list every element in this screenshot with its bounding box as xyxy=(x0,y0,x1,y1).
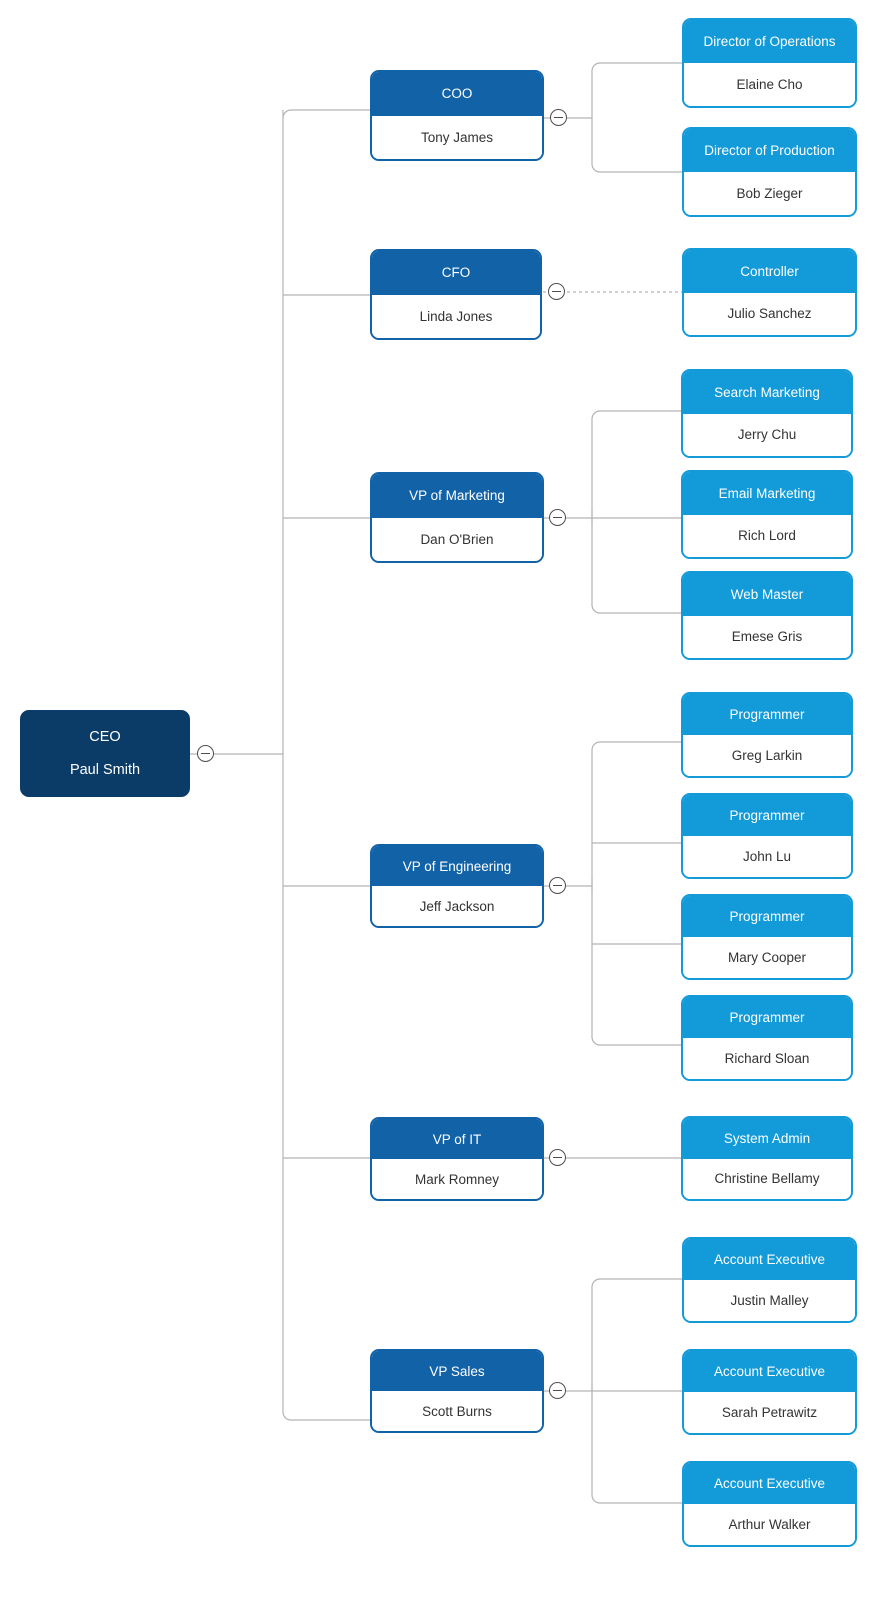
node-name: Julio Sanchez xyxy=(684,292,855,335)
node-title: Programmer xyxy=(683,795,851,836)
toggle-vp-engineering[interactable] xyxy=(549,877,566,894)
node-vp-engineering[interactable]: VP of Engineering Jeff Jackson xyxy=(370,844,544,928)
edge-coo-dir-production xyxy=(591,71,682,173)
toggle-cfo[interactable] xyxy=(548,283,565,300)
node-name: Sarah Petrawitz xyxy=(684,1392,855,1433)
edge-coo-dir-operations xyxy=(591,62,682,72)
node-title: Controller xyxy=(684,250,855,293)
edge-ceo-spine-vertical xyxy=(282,110,370,1421)
node-name: Jeff Jackson xyxy=(372,886,542,926)
node-title: COO xyxy=(372,72,542,116)
node-title: CFO xyxy=(372,251,540,295)
node-title: Director of Production xyxy=(684,129,855,172)
toggle-vp-it[interactable] xyxy=(549,1149,566,1166)
node-system-admin[interactable]: System Admin Christine Bellamy xyxy=(681,1116,853,1201)
node-account-exec-2[interactable]: Account Executive Sarah Petrawitz xyxy=(682,1349,857,1435)
edge-eng-prog-4 xyxy=(591,878,681,1046)
node-name: Scott Burns xyxy=(372,1391,542,1431)
edge-sales-ae-3 xyxy=(591,1383,682,1504)
node-title: Email Marketing xyxy=(683,472,851,515)
node-ceo[interactable]: CEO Paul Smith xyxy=(20,710,190,797)
node-title: System Admin xyxy=(683,1118,851,1159)
node-title: VP Sales xyxy=(372,1351,542,1391)
node-name: Linda Jones xyxy=(372,294,540,338)
node-vp-marketing[interactable]: VP of Marketing Dan O'Brien xyxy=(370,472,544,563)
node-coo[interactable]: COO Tony James xyxy=(370,70,544,161)
toggle-ceo[interactable] xyxy=(197,745,214,762)
node-programmer-2[interactable]: Programmer John Lu xyxy=(681,793,853,879)
node-name: Rich Lord xyxy=(683,514,851,557)
node-name: Christine Bellamy xyxy=(683,1158,851,1199)
node-web-master[interactable]: Web Master Emese Gris xyxy=(681,571,853,660)
node-title: VP of IT xyxy=(372,1119,542,1159)
node-name: Jerry Chu xyxy=(683,413,851,456)
edge-sales-ae-1 xyxy=(591,1278,682,1399)
node-title: Account Executive xyxy=(684,1351,855,1392)
node-name: Elaine Cho xyxy=(684,63,855,106)
node-title: Programmer xyxy=(683,896,851,937)
node-name: John Lu xyxy=(683,836,851,877)
node-name: Tony James xyxy=(372,115,542,159)
node-email-marketing[interactable]: Email Marketing Rich Lord xyxy=(681,470,853,559)
node-title: VP of Marketing xyxy=(372,474,542,518)
node-dir-production[interactable]: Director of Production Bob Zieger xyxy=(682,127,857,217)
node-name: Mary Cooper xyxy=(683,937,851,978)
node-title: Director of Operations xyxy=(684,20,855,63)
node-title: Account Executive xyxy=(684,1463,855,1504)
node-name: Richard Sloan xyxy=(683,1038,851,1079)
node-cfo[interactable]: CFO Linda Jones xyxy=(370,249,542,340)
node-title: VP of Engineering xyxy=(372,846,542,886)
node-title: CEO xyxy=(89,729,121,745)
toggle-vp-marketing[interactable] xyxy=(549,509,566,526)
node-vp-sales[interactable]: VP Sales Scott Burns xyxy=(370,1349,544,1433)
node-account-exec-3[interactable]: Account Executive Arthur Walker xyxy=(682,1461,857,1547)
edge-marketing-search xyxy=(591,410,681,526)
node-title: Programmer xyxy=(683,997,851,1038)
node-title: Programmer xyxy=(683,694,851,735)
node-vp-it[interactable]: VP of IT Mark Romney xyxy=(370,1117,544,1201)
edge-eng-prog-1 xyxy=(591,741,681,894)
edge-ceo-coo xyxy=(282,109,370,119)
node-account-exec-1[interactable]: Account Executive Justin Malley xyxy=(682,1237,857,1323)
node-name: Emese Gris xyxy=(683,615,851,658)
node-controller[interactable]: Controller Julio Sanchez xyxy=(682,248,857,337)
node-programmer-4[interactable]: Programmer Richard Sloan xyxy=(681,995,853,1081)
node-name: Greg Larkin xyxy=(683,735,851,776)
node-name: Paul Smith xyxy=(69,761,141,778)
toggle-vp-sales[interactable] xyxy=(549,1382,566,1399)
node-name: Mark Romney xyxy=(372,1159,542,1199)
node-programmer-1[interactable]: Programmer Greg Larkin xyxy=(681,692,853,778)
node-name: Bob Zieger xyxy=(684,172,855,215)
edge-marketing-web xyxy=(591,510,681,614)
node-dir-operations[interactable]: Director of Operations Elaine Cho xyxy=(682,18,857,108)
node-search-marketing[interactable]: Search Marketing Jerry Chu xyxy=(681,369,853,458)
node-programmer-3[interactable]: Programmer Mary Cooper xyxy=(681,894,853,980)
toggle-coo[interactable] xyxy=(550,109,567,126)
node-title: Web Master xyxy=(683,573,851,616)
org-chart: CEO Paul Smith COO Tony James CFO Linda … xyxy=(0,0,894,1604)
node-name: Justin Malley xyxy=(684,1280,855,1321)
node-name: Dan O'Brien xyxy=(372,517,542,561)
node-title: Search Marketing xyxy=(683,371,851,414)
node-name: Arthur Walker xyxy=(684,1504,855,1545)
node-title: Account Executive xyxy=(684,1239,855,1280)
